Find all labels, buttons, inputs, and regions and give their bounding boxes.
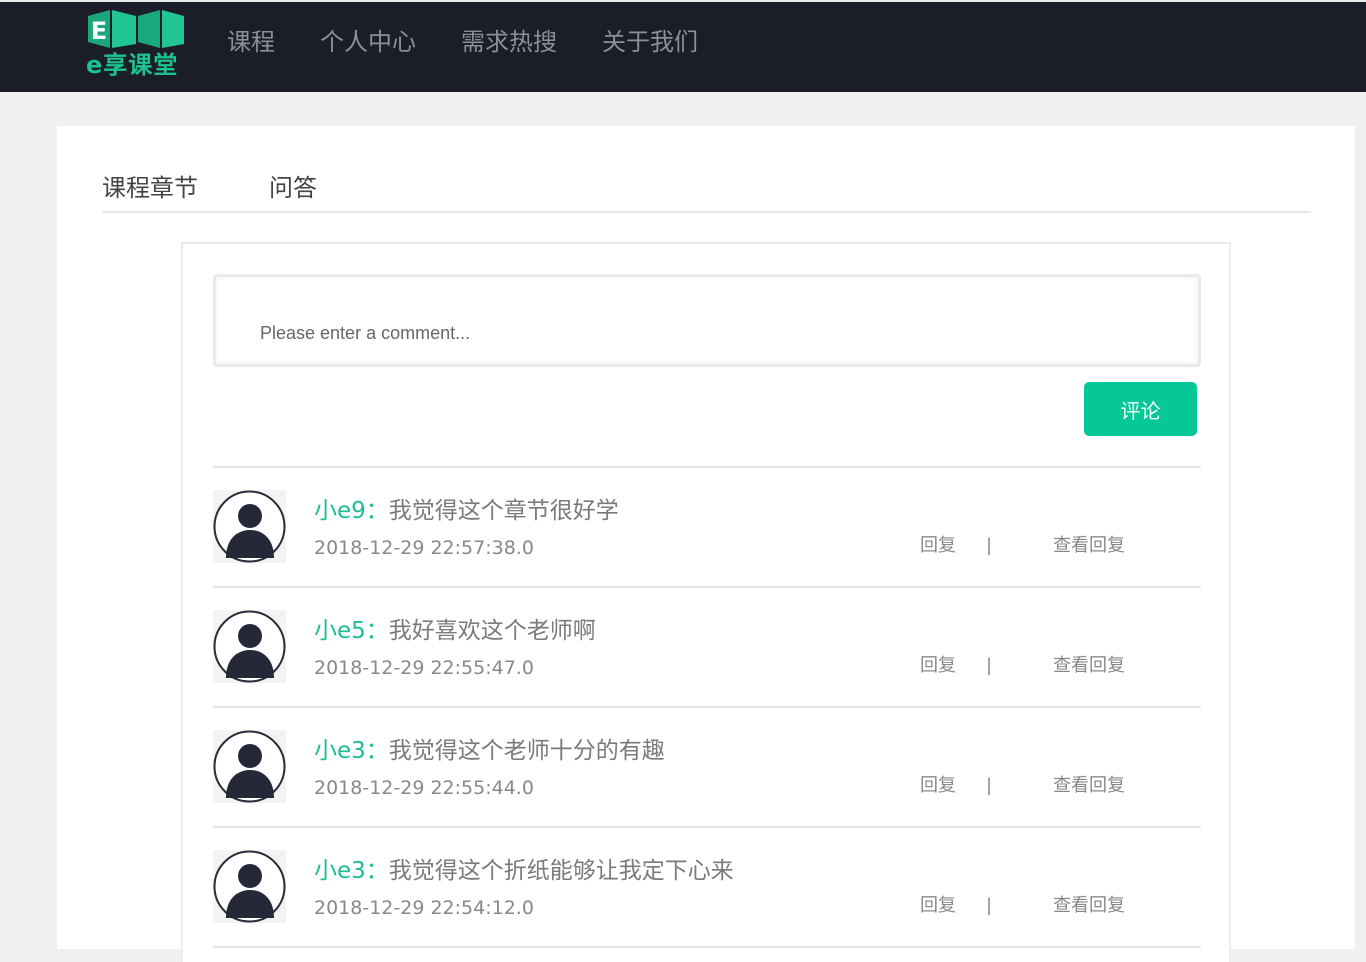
comment-username[interactable]: 小e3 — [314, 858, 366, 884]
view-replies-link[interactable]: 查看回复 — [1053, 654, 1125, 678]
comment-content: 小e9：我觉得这个章节很好学 — [314, 495, 619, 527]
comment-content: 小e5：我好喜欢这个老师啊 — [314, 615, 596, 647]
comment-timestamp: 2018-12-29 22:55:44.0 — [314, 777, 534, 799]
comment-content: 小e3：我觉得这个折纸能够让我定下心来 — [314, 855, 734, 887]
comment-item: 小e9：我觉得这个章节很好学 2018-12-29 22:57:38.0 回复 … — [213, 468, 1201, 588]
view-replies-link[interactable]: 查看回复 — [1053, 894, 1125, 918]
comment-input[interactable] — [213, 274, 1201, 367]
link-separator: | — [986, 895, 993, 916]
link-separator: | — [986, 535, 993, 556]
logo-mark-icon: E — [88, 10, 184, 48]
link-separator: | — [986, 775, 993, 796]
nav-personal-center[interactable]: 个人中心 — [320, 26, 416, 58]
user-avatar-icon[interactable] — [213, 850, 286, 923]
submit-comment-button[interactable]: 评论 — [1084, 382, 1197, 436]
top-navbar: E e享课堂 课程 个人中心 需求热搜 关于我们 — [0, 0, 1366, 92]
logo-subtitle: e享课堂 — [86, 51, 179, 79]
comment-timestamp: 2018-12-29 22:55:47.0 — [314, 657, 534, 679]
user-avatar-icon[interactable] — [213, 490, 286, 563]
tab-course-chapters[interactable]: 课程章节 — [102, 172, 198, 204]
nav-courses[interactable]: 课程 — [227, 26, 275, 58]
view-replies-link[interactable]: 查看回复 — [1053, 774, 1125, 798]
reply-link[interactable]: 回复 — [920, 654, 956, 678]
user-avatar-icon[interactable] — [213, 610, 286, 683]
comment-item: 小e3：我觉得这个折纸能够让我定下心来 2018-12-29 22:54:12.… — [213, 828, 1201, 948]
username-colon: ： — [365, 498, 389, 524]
nav-about-us[interactable]: 关于我们 — [602, 26, 698, 58]
comment-panel: 评论 小e9：我觉得这个章节很好学 2018-12-29 22:57:38.0 … — [181, 242, 1231, 962]
reply-link[interactable]: 回复 — [920, 774, 956, 798]
username-colon: ： — [365, 618, 389, 644]
comment-text: 我好喜欢这个老师啊 — [388, 618, 596, 644]
nav-hot-search[interactable]: 需求热搜 — [461, 26, 557, 58]
comment-text: 我觉得这个折纸能够让我定下心来 — [388, 858, 734, 884]
reply-link[interactable]: 回复 — [920, 894, 956, 918]
comment-list: 小e9：我觉得这个章节很好学 2018-12-29 22:57:38.0 回复 … — [213, 468, 1201, 948]
user-avatar-icon[interactable] — [213, 730, 286, 803]
view-replies-link[interactable]: 查看回复 — [1053, 534, 1125, 558]
main-card: 课程章节 问答 评论 小e9：我觉得这个章节很好学 2018-12-29 22: — [57, 126, 1355, 962]
logo-letter-e: E — [91, 17, 107, 45]
link-separator: | — [986, 655, 993, 676]
comment-username[interactable]: 小e5 — [314, 618, 366, 644]
comment-text: 我觉得这个章节很好学 — [388, 498, 619, 524]
reply-link[interactable]: 回复 — [920, 534, 956, 558]
comment-item: 小e3：我觉得这个老师十分的有趣 2018-12-29 22:55:44.0 回… — [213, 708, 1201, 828]
comment-text: 我觉得这个老师十分的有趣 — [388, 738, 665, 764]
comment-username[interactable]: 小e3 — [314, 738, 366, 764]
comment-timestamp: 2018-12-29 22:54:12.0 — [314, 897, 534, 919]
comment-username[interactable]: 小e9 — [314, 498, 366, 524]
tab-bar: 课程章节 问答 — [102, 126, 1311, 213]
username-colon: ： — [365, 738, 389, 764]
site-logo[interactable]: E e享课堂 — [86, 8, 186, 78]
comment-item: 小e5：我好喜欢这个老师啊 2018-12-29 22:55:47.0 回复 |… — [213, 588, 1201, 708]
comment-timestamp: 2018-12-29 22:57:38.0 — [314, 537, 534, 559]
username-colon: ： — [365, 858, 389, 884]
tab-qa[interactable]: 问答 — [269, 172, 317, 204]
comment-content: 小e3：我觉得这个老师十分的有趣 — [314, 735, 665, 767]
